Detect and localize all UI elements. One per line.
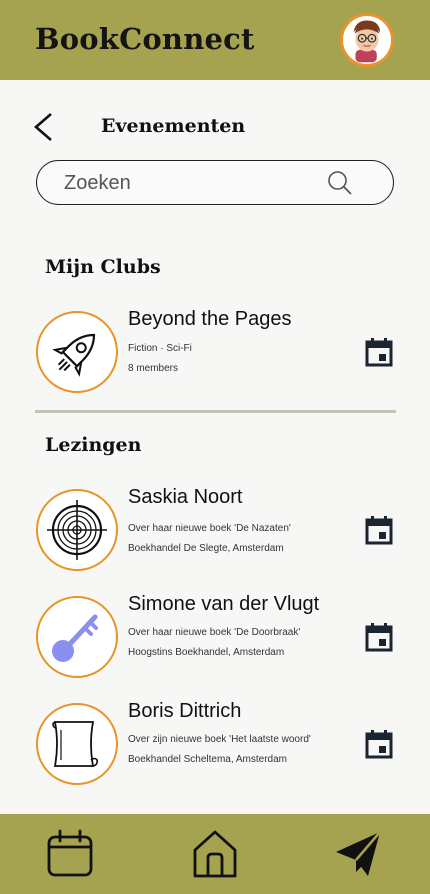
lecture-item-saskia-noort[interactable]: Saskia Noort Over haar nieuwe boek 'De N… [36, 486, 396, 573]
avatar[interactable] [340, 13, 394, 67]
lecture-icon-circle [36, 703, 118, 785]
rocket-icon [52, 333, 96, 377]
calendar-event-icon[interactable] [364, 622, 394, 652]
section-title-my-clubs: Mijn Clubs [45, 256, 161, 278]
home-icon[interactable] [191, 828, 239, 880]
calendar-event-icon[interactable] [364, 337, 394, 367]
avatar-face-icon [353, 20, 381, 63]
club-icon-circle [36, 311, 118, 393]
section-title-lectures: Lezingen [45, 434, 142, 456]
lecture-location: Hoogstins Boekhandel, Amsterdam [128, 647, 285, 658]
club-item-beyond-the-pages[interactable]: Beyond the Pages Fiction · Sci-Fi 8 memb… [36, 308, 396, 395]
search-input[interactable] [62, 169, 316, 197]
club-members: 8 members [128, 363, 179, 374]
calendar-event-icon[interactable] [364, 729, 394, 759]
lecture-author: Saskia Noort [128, 486, 243, 508]
app-title: BookConnect [35, 22, 255, 56]
lecture-location: Boekhandel Scheltema, Amsterdam [128, 754, 287, 765]
back-button[interactable] [30, 110, 60, 144]
send-icon[interactable] [334, 828, 382, 880]
section-divider [35, 410, 396, 413]
lecture-item-boris-dittrich[interactable]: Boris Dittrich Over zijn nieuwe boek 'He… [36, 700, 396, 787]
calendar-icon[interactable] [46, 828, 94, 880]
crosshair-target-icon [47, 500, 107, 560]
calendar-event-icon[interactable] [364, 515, 394, 545]
lecture-icon-circle [36, 489, 118, 571]
lecture-icon-circle [36, 596, 118, 678]
search-bar [36, 160, 394, 205]
club-name: Beyond the Pages [128, 308, 292, 330]
lecture-author: Simone van der Vlugt [128, 593, 320, 615]
scroll-icon [52, 721, 98, 767]
lecture-location: Boekhandel De Slegte, Amsterdam [128, 543, 284, 554]
key-icon [52, 614, 98, 662]
top-bar: BookConnect [0, 0, 430, 80]
search-icon[interactable] [327, 170, 353, 196]
lecture-topic: Over haar nieuwe boek 'De Nazaten' [128, 523, 291, 534]
club-genre: Fiction · Sci-Fi [128, 343, 192, 354]
lecture-topic: Over haar nieuwe boek 'De Doorbraak' [128, 627, 301, 638]
lecture-author: Boris Dittrich [128, 700, 242, 722]
lecture-item-simone-van-der-vlugt[interactable]: Simone van der Vlugt Over haar nieuwe bo… [36, 593, 396, 680]
lecture-topic: Over zijn nieuwe boek 'Het laatste woord… [128, 734, 311, 745]
page-title: Evenementen [101, 115, 246, 137]
